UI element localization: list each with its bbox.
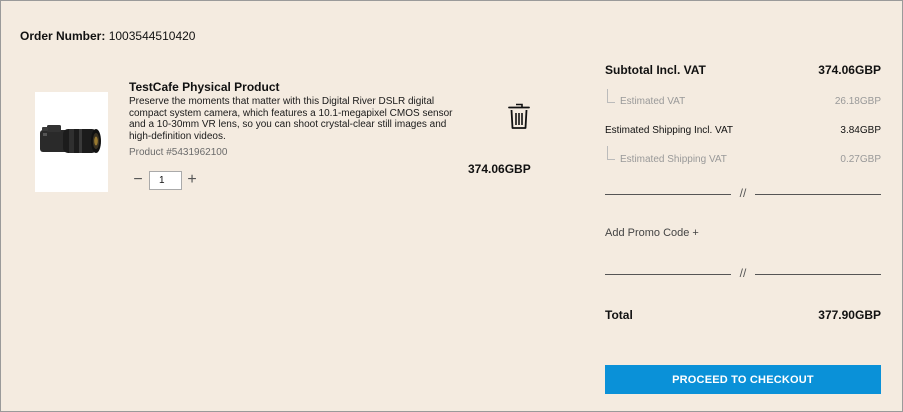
quantity-input[interactable] — [149, 171, 182, 190]
line-item-price: 374.06GBP — [468, 162, 531, 176]
proceed-to-checkout-button[interactable]: PROCEED TO CHECKOUT — [605, 365, 881, 394]
product-image — [35, 92, 108, 192]
quantity-decrease-button[interactable]: − — [131, 171, 145, 189]
total-label: Total — [605, 308, 633, 322]
order-number-label: Order Number: — [20, 29, 106, 43]
quantity-increase-button[interactable]: + — [185, 171, 199, 189]
divider-symbol: // — [739, 266, 747, 280]
divider-line — [755, 274, 881, 275]
trash-icon — [508, 103, 530, 129]
estimated-vat-value: 26.18GBP — [834, 96, 881, 107]
shipping-value: 3.84GBP — [840, 125, 881, 136]
order-number-value: 1003544510420 — [108, 29, 196, 43]
remove-item-button[interactable] — [508, 103, 530, 130]
shipping-vat-value: 0.27GBP — [840, 154, 881, 165]
subtotal-label: Subtotal Incl. VAT — [605, 63, 706, 77]
section-divider: // — [605, 266, 881, 280]
total-value: 377.90GBP — [818, 308, 881, 322]
page-frame — [0, 0, 903, 412]
estimated-vat-row: Estimated VAT 26.18GBP — [605, 96, 881, 107]
shipping-vat-label: Estimated Shipping VAT — [620, 154, 727, 165]
product-title[interactable]: TestCafe Physical Product — [129, 80, 280, 94]
divider-line — [755, 194, 881, 195]
estimated-vat-label: Estimated VAT — [620, 96, 686, 107]
camera-icon — [40, 125, 101, 153]
shipping-label: Estimated Shipping Incl. VAT — [605, 125, 734, 136]
shipping-vat-row: Estimated Shipping VAT 0.27GBP — [605, 154, 881, 165]
subtotal-value: 374.06GBP — [818, 63, 881, 77]
divider-symbol: // — [739, 186, 747, 200]
product-description: Preserve the moments that matter with th… — [129, 96, 453, 142]
product-sku: Product #5431962100 — [129, 147, 228, 158]
add-promo-code-link[interactable]: Add Promo Code + — [605, 227, 699, 239]
order-number: Order Number: 1003544510420 — [20, 29, 195, 43]
total-row: Total 377.90GBP — [605, 308, 881, 322]
divider-line — [605, 274, 731, 275]
subtotal-row: Subtotal Incl. VAT 374.06GBP — [605, 63, 881, 77]
section-divider: // — [605, 186, 881, 200]
shipping-row: Estimated Shipping Incl. VAT 3.84GBP — [605, 125, 881, 136]
divider-line — [605, 194, 731, 195]
